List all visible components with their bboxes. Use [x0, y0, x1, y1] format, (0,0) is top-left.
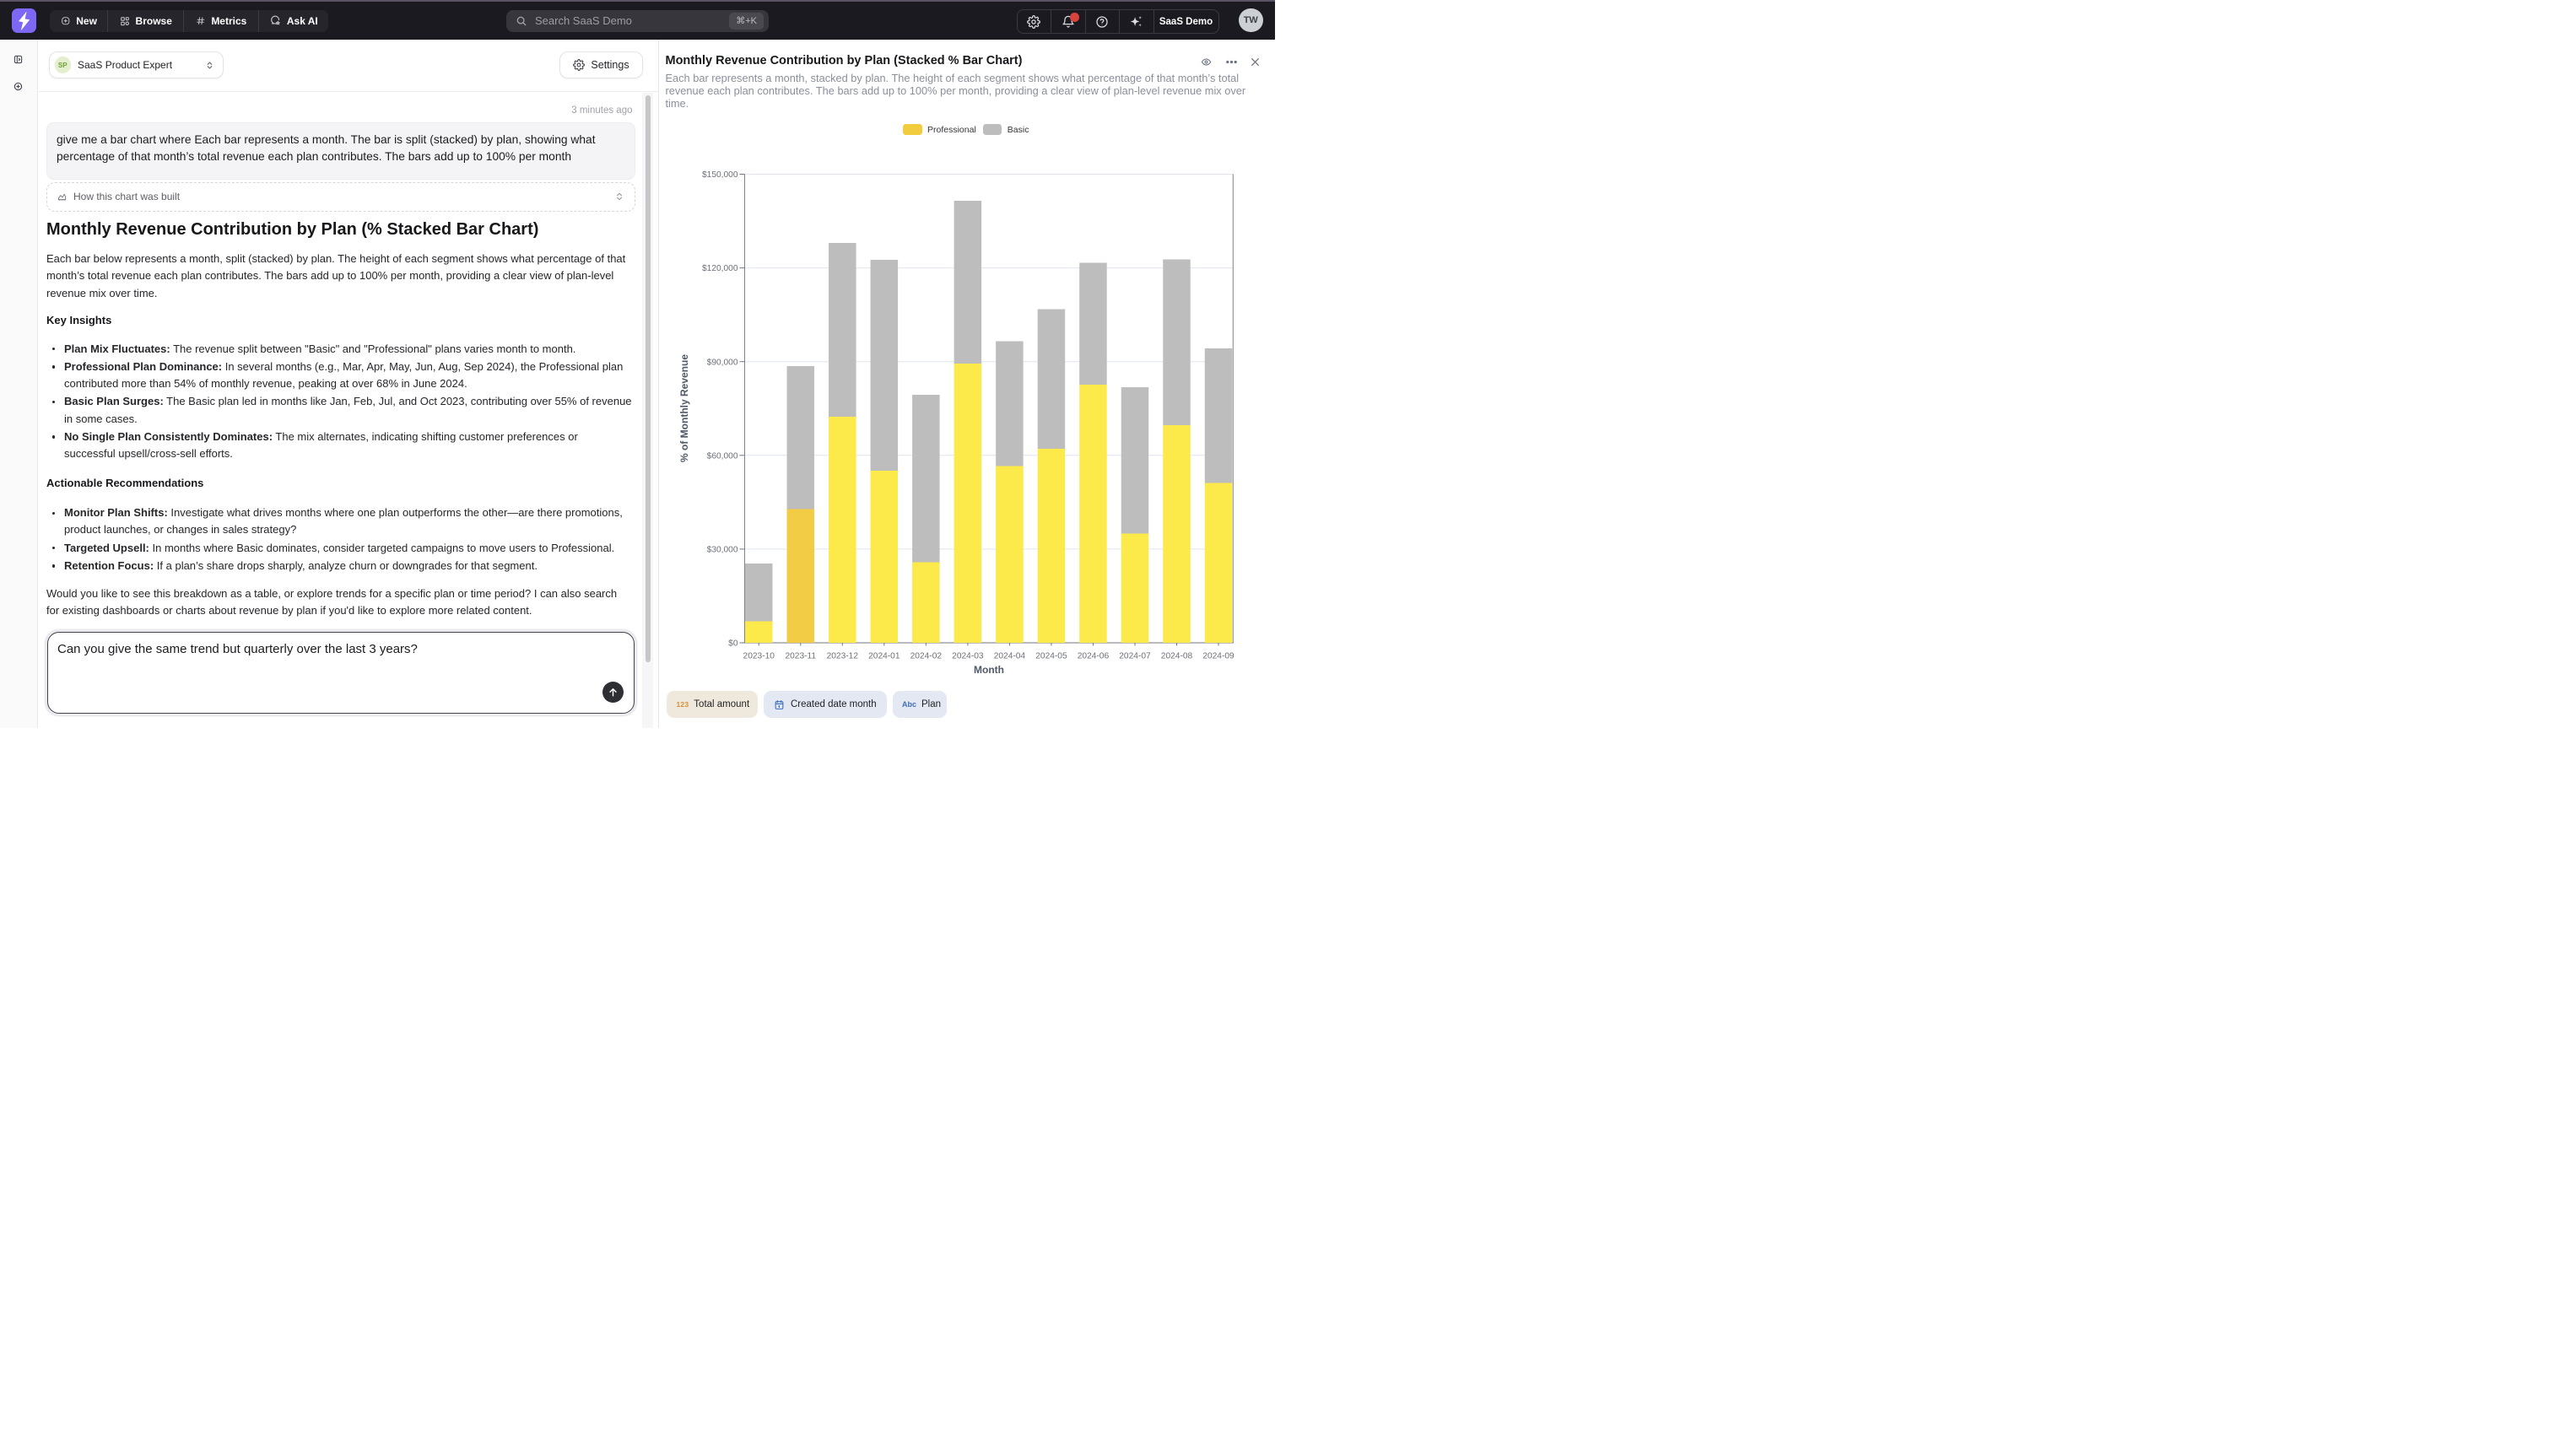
svg-text:$60,000: $60,000 [706, 451, 737, 461]
svg-text:2024-03: 2024-03 [952, 651, 984, 661]
svg-text:2024-07: 2024-07 [1119, 651, 1151, 661]
svg-text:% of Monthly Revenue: % of Monthly Revenue [678, 353, 690, 461]
svg-text:2024-01: 2024-01 [868, 651, 900, 661]
svg-text:2024-08: 2024-08 [1160, 651, 1192, 661]
svg-text:2023-10: 2023-10 [743, 651, 775, 661]
svg-text:Month: Month [974, 664, 1004, 676]
svg-text:$30,000: $30,000 [706, 545, 737, 554]
svg-text:2023-11: 2023-11 [785, 651, 816, 661]
svg-text:2024-02: 2024-02 [910, 651, 942, 661]
svg-text:2023-12: 2023-12 [826, 651, 858, 661]
svg-text:$90,000: $90,000 [706, 358, 737, 367]
svg-text:$0: $0 [728, 639, 738, 648]
svg-text:2024-09: 2024-09 [1202, 651, 1234, 661]
svg-text:2024-06: 2024-06 [1077, 651, 1109, 661]
svg-text:$120,000: $120,000 [702, 264, 738, 273]
svg-text:$150,000: $150,000 [702, 170, 738, 180]
svg-text:2024-04: 2024-04 [993, 651, 1025, 661]
svg-text:2024-05: 2024-05 [1035, 651, 1067, 661]
